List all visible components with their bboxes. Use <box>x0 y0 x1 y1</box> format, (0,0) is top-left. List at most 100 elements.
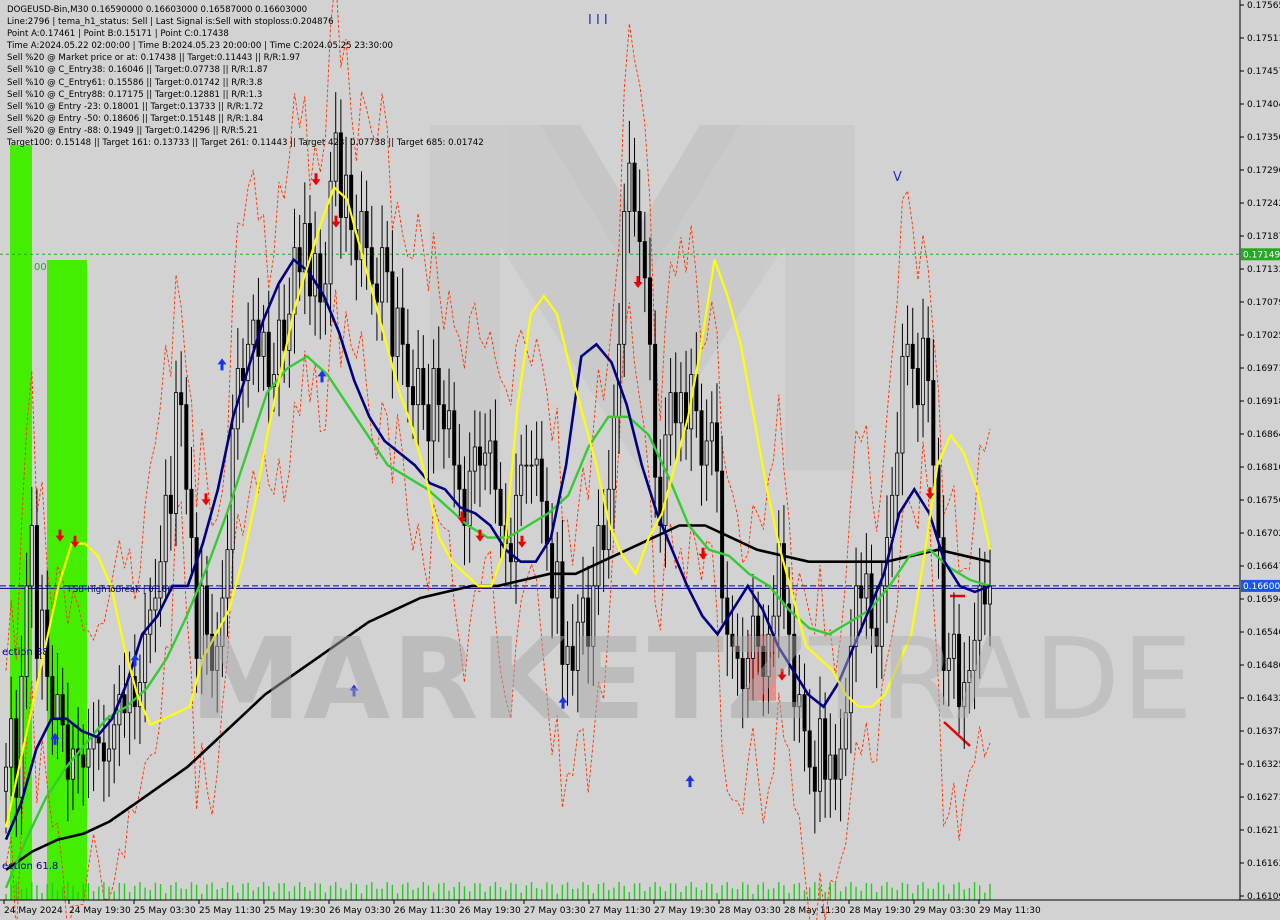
volume-bar <box>468 891 471 900</box>
candle-body <box>802 694 807 732</box>
volume-bar <box>669 883 672 900</box>
volume-bar <box>422 882 424 900</box>
volume-bar <box>556 893 558 900</box>
price-tick-label: 0.16109 <box>1247 892 1280 902</box>
volume-bar <box>41 892 43 900</box>
candle-body <box>297 247 302 273</box>
volume-bar <box>242 883 244 900</box>
volume-bar <box>293 886 296 900</box>
time-tick-label: 29 May 03:30 <box>914 906 976 916</box>
volume-bar <box>541 889 543 900</box>
time-tick-label: 25 May 11:30 <box>199 906 261 916</box>
price-tick-label: 0.16486 <box>1247 661 1280 671</box>
volume-bar <box>551 884 553 900</box>
info-line: Target100: 0.15148 || Target 161: 0.1373… <box>7 138 484 149</box>
volume-bar <box>937 882 940 900</box>
volume-bar <box>36 885 38 900</box>
candle-body <box>828 754 833 780</box>
volume-bar <box>963 889 965 900</box>
candle-body <box>204 585 209 635</box>
info-line: Sell %20 @ Entry -50: 0.18606 || Target:… <box>7 113 264 124</box>
price-tick-label: 0.16325 <box>1247 760 1280 770</box>
volume-bar <box>438 883 440 900</box>
info-line: Sell %10 @ C_Entry88: 0.17175 || Target:… <box>7 89 263 100</box>
candle-body <box>591 585 596 647</box>
candle-body <box>637 211 642 243</box>
candle-body <box>915 368 920 406</box>
volume-bar <box>865 882 868 900</box>
volume-bar <box>319 883 321 900</box>
volume-bar <box>664 891 667 900</box>
time-tick-label: 28 May 11:30 <box>784 906 846 916</box>
volume-bar <box>350 882 352 900</box>
volume-bar <box>288 891 291 900</box>
candle-body <box>498 488 503 526</box>
time-tick-label: 27 May 19:30 <box>654 906 716 916</box>
volume-bar <box>973 882 976 900</box>
price-tick-label: 0.16864 <box>1247 430 1280 440</box>
candle-body <box>550 543 555 599</box>
price-tick-label: 0.17079 <box>1247 298 1280 308</box>
candle-body <box>730 633 735 647</box>
volume-bar <box>386 882 388 900</box>
candle-body <box>951 633 956 659</box>
candle-body <box>4 766 9 792</box>
info-line: Time A:2024.05.22 02:00:00 | Time B:2024… <box>7 41 393 52</box>
wave-label-v: V <box>893 170 902 185</box>
time-tick-label: 26 May 03:30 <box>329 906 391 916</box>
volume-bar <box>391 884 394 900</box>
volume-bar <box>201 893 203 900</box>
volume-bar <box>515 883 517 900</box>
volume-bar <box>654 882 656 900</box>
candle-body <box>910 343 915 369</box>
price-tick-label: 0.16217 <box>1247 826 1280 836</box>
candle-body <box>302 223 307 273</box>
candle-body <box>318 253 323 303</box>
price-tick-label: 0.16756 <box>1247 496 1280 506</box>
volume-bar <box>953 884 955 900</box>
volume-bar <box>731 888 734 900</box>
volume-bar <box>499 887 502 900</box>
candle-body <box>390 271 395 357</box>
volume-bar <box>371 882 373 900</box>
candle-body <box>745 657 750 689</box>
candle-body <box>601 525 606 551</box>
volume-bar <box>309 890 311 900</box>
price-tick-label: 0.17511 <box>1247 34 1280 44</box>
candle-body <box>781 543 786 605</box>
candle-body <box>91 736 96 750</box>
candle-body <box>647 277 652 345</box>
candle-body <box>266 331 271 387</box>
time-tick-label: 28 May 19:30 <box>849 906 911 916</box>
volume-bar <box>948 893 950 900</box>
candle-body <box>364 211 369 249</box>
volume-bar <box>345 889 347 900</box>
candle-body <box>81 754 86 768</box>
green-signal-bar <box>47 260 87 900</box>
volume-bar <box>747 884 749 900</box>
candle-body <box>539 458 544 502</box>
candle-body <box>668 392 673 436</box>
volume-bar <box>298 882 301 900</box>
volume-bar <box>530 882 533 900</box>
candle-body <box>581 597 586 623</box>
candle-body <box>467 470 472 526</box>
info-line: Line:2796 | tema_h1_status: Sell | Last … <box>7 17 334 28</box>
candle-body <box>740 657 745 689</box>
volume-bar <box>5 894 7 900</box>
time-tick-label: 26 May 19:30 <box>459 906 521 916</box>
volume-bar <box>458 882 461 900</box>
volume-bar <box>716 892 718 900</box>
volume-bar <box>51 882 54 900</box>
price-tick-label: 0.17404 <box>1247 100 1280 110</box>
time-tick-label: 24 May 2024 <box>4 906 63 916</box>
volume-bar <box>448 890 450 900</box>
candle-body <box>189 488 194 538</box>
candle-body <box>735 645 740 659</box>
volume-bar <box>144 887 146 900</box>
candle-body <box>50 676 55 720</box>
candle-body <box>751 615 756 659</box>
volume-bar <box>273 891 275 900</box>
volume-bar <box>82 883 84 900</box>
volume-bar <box>566 882 569 900</box>
